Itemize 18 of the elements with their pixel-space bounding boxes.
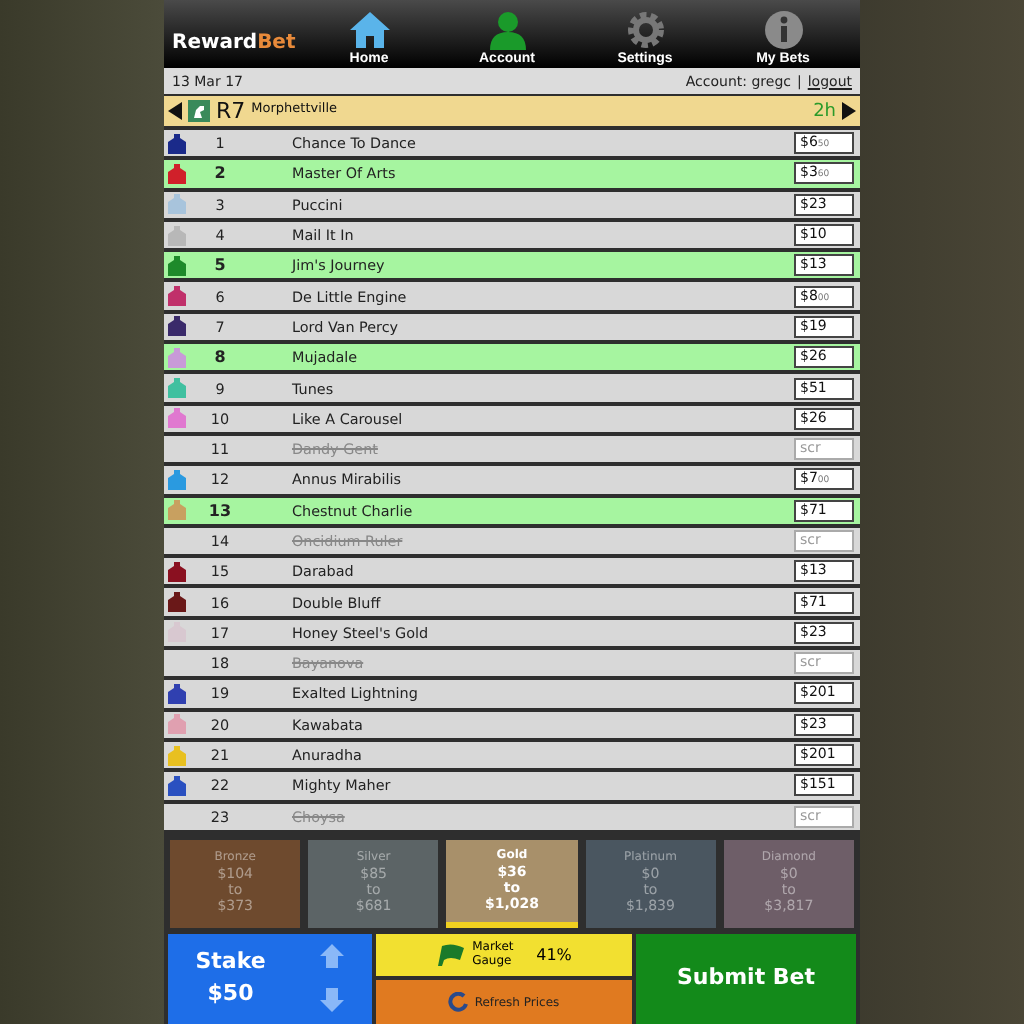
home-icon [347, 10, 391, 50]
stake-label: Stake $50 [195, 945, 266, 1011]
submit-button[interactable]: Submit Bet [636, 933, 856, 1024]
next-race-icon[interactable] [842, 102, 856, 120]
logo: RewardBet [172, 32, 298, 58]
flag-icon [436, 944, 465, 967]
runner-number: 2 [212, 164, 228, 183]
race-number: R7 [216, 98, 246, 124]
race-time: 2h [813, 101, 836, 121]
refresh-icon [448, 992, 469, 1013]
runner-number: 8 [212, 348, 228, 367]
previous-race-icon[interactable] [168, 102, 182, 120]
settings-icon [625, 10, 665, 50]
gauge-percent: 41% [536, 946, 572, 965]
info-icon [763, 10, 803, 50]
person-icon [485, 10, 529, 50]
runner-number: 13 [206, 501, 234, 520]
runner-number: 5 [212, 256, 228, 275]
